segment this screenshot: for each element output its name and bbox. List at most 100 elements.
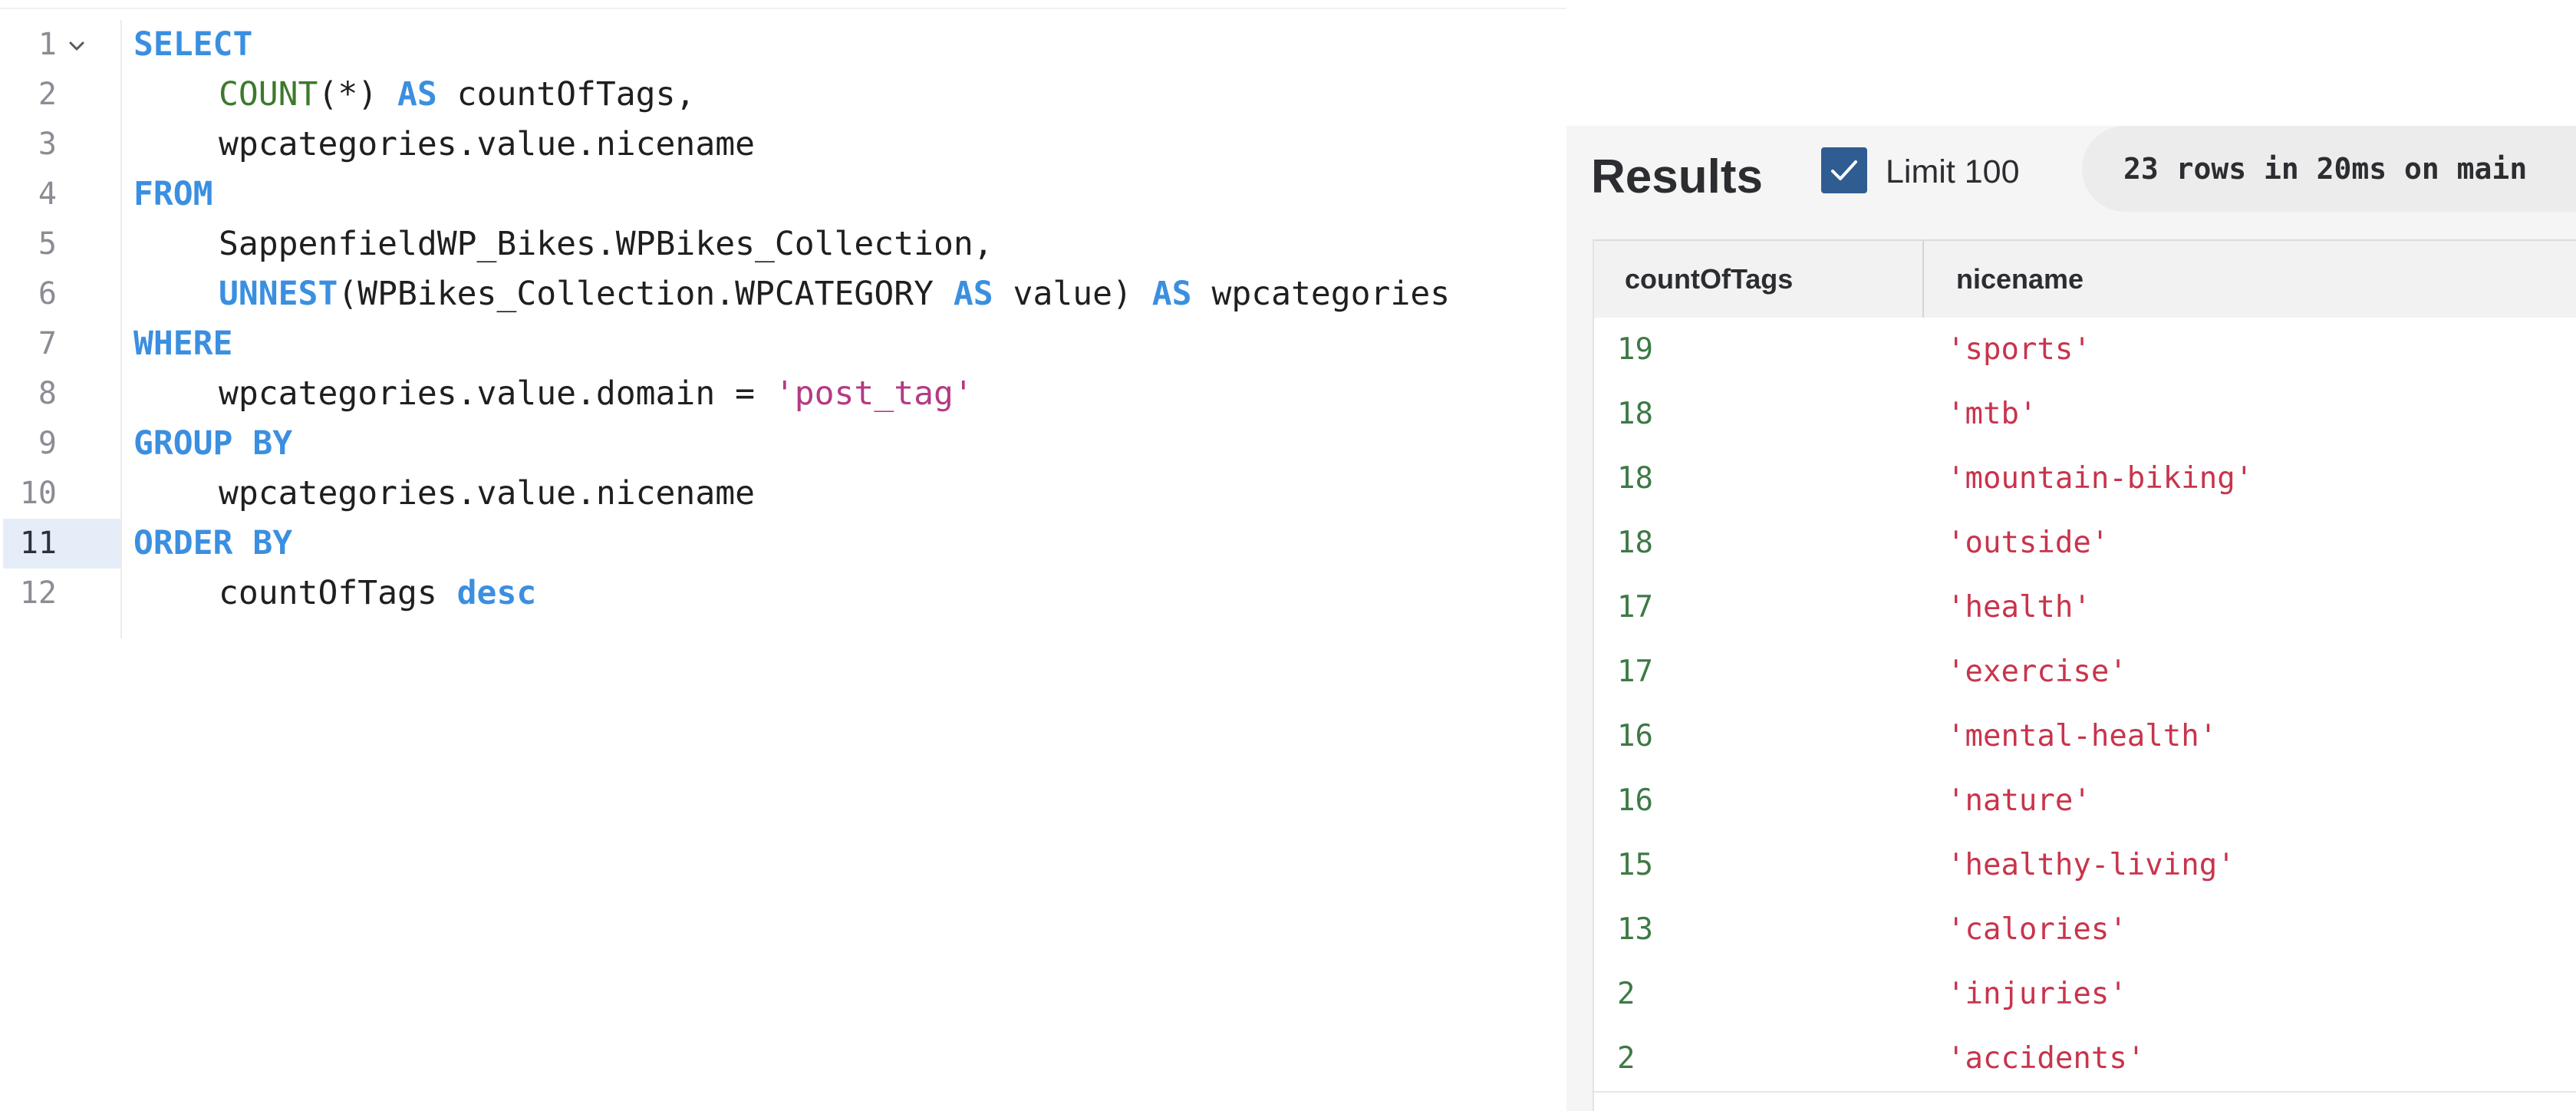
- cell-countoftags: 16: [1617, 719, 1653, 753]
- table-row[interactable]: 16 'mental-health': [1594, 704, 2576, 770]
- line-number: 4: [3, 170, 120, 219]
- table-row[interactable]: 15 'healthy-living': [1594, 833, 2576, 899]
- code-text: WHERE: [133, 319, 232, 369]
- cell-nicename: 'injuries': [1947, 977, 2127, 1011]
- line-number-text: 9: [38, 426, 57, 461]
- sql-workspace: 1 SELECT 2 COUNT(*) AS countOfTags, 3 wpcateg…: [0, 0, 2576, 1111]
- cell-nicename: 'exercise': [1947, 654, 2127, 689]
- table-row[interactable]: 17 'exercise': [1594, 640, 2576, 706]
- cell-nicename: 'healthy-living': [1947, 848, 2235, 882]
- code-text: SELECT: [133, 20, 252, 70]
- sql-token: (*): [318, 75, 398, 114]
- line-number: 2: [3, 70, 120, 120]
- cell-countoftags: 17: [1617, 590, 1653, 625]
- cell-countoftags: 15: [1617, 848, 1653, 882]
- cell-nicename: 'mtb': [1947, 397, 2037, 431]
- sql-token: SappenfieldWP_Bikes.WPBikes_Collection,: [219, 225, 993, 263]
- code-line[interactable]: 3 wpcategories.value.nicename: [0, 120, 1566, 170]
- code-line[interactable]: 12 countOfTags desc: [0, 569, 1566, 618]
- line-number: 12: [3, 569, 120, 618]
- table-row[interactable]: 13 'calories': [1594, 898, 2576, 964]
- code-line[interactable]: 11 ORDER BY: [0, 519, 1566, 569]
- cell-nicename: 'mountain-biking': [1947, 461, 2254, 496]
- code-text: ORDER BY: [133, 519, 292, 569]
- cell-nicename: 'outside': [1947, 526, 2110, 560]
- table-row[interactable]: 16 'nature': [1594, 769, 2576, 835]
- table-row[interactable]: 2 'injuries': [1594, 962, 2576, 1028]
- sql-keyword: ORDER BY: [133, 524, 293, 562]
- line-number: 8: [3, 369, 120, 419]
- code-line[interactable]: 8 wpcategories.value.domain = 'post_tag': [0, 369, 1566, 419]
- cell-nicename: 'health': [1947, 590, 2091, 625]
- code-line[interactable]: 2 COUNT(*) AS countOfTags,: [0, 70, 1566, 120]
- cell-nicename: 'calories': [1947, 912, 2127, 947]
- table-row[interactable]: 17 'health': [1594, 575, 2576, 641]
- code-text: FROM: [133, 170, 213, 219]
- code-text: GROUP BY: [133, 419, 292, 469]
- editor-top-border: [0, 0, 1566, 9]
- sql-token: wpcategories.value.nicename: [219, 125, 755, 163]
- chevron-down-icon[interactable]: [66, 35, 87, 57]
- line-number-text: 5: [38, 226, 57, 262]
- table-row[interactable]: 18 'mtb': [1594, 382, 2576, 448]
- code-line[interactable]: 1 SELECT: [0, 20, 1566, 70]
- cell-countoftags: 2: [1617, 977, 1636, 1011]
- cell-countoftags: 2: [1617, 1041, 1636, 1076]
- line-number-text: 11: [19, 526, 57, 561]
- sql-token: countOfTags: [219, 574, 457, 612]
- code-line[interactable]: 7 WHERE: [0, 319, 1566, 369]
- results-title: Results: [1591, 150, 1763, 203]
- cell-countoftags: 19: [1617, 332, 1653, 367]
- table-row[interactable]: 19 'sports': [1594, 318, 2576, 384]
- line-number-text: 2: [38, 77, 57, 112]
- results-table: countOfTags nicename 19'sports' 18'mtb' 18…: [1593, 239, 2576, 1111]
- sql-editor[interactable]: 1 SELECT 2 COUNT(*) AS countOfTags, 3 wpcateg…: [0, 0, 1566, 1111]
- cell-nicename: 'sports': [1947, 332, 2091, 367]
- sql-keyword: desc: [456, 574, 537, 612]
- results-panel: Results Limit 100 23 rows in 20ms on mai…: [1566, 126, 2576, 1111]
- limit-label[interactable]: Limit 100: [1886, 149, 2019, 195]
- line-number-text: 12: [19, 575, 57, 611]
- code-line[interactable]: 10 wpcategories.value.nicename: [0, 469, 1566, 519]
- column-header-countoftags[interactable]: countOfTags: [1594, 241, 1924, 318]
- cell-countoftags: 18: [1617, 461, 1653, 496]
- line-number: 3: [3, 120, 120, 170]
- table-row[interactable]: 18 'mountain-biking': [1594, 447, 2576, 513]
- code-text: SappenfieldWP_Bikes.WPBikes_Collection,: [219, 219, 993, 269]
- sql-token: wpcategories: [1191, 275, 1451, 313]
- line-number: 6: [3, 269, 120, 319]
- cell-nicename: 'mental-health': [1947, 719, 2218, 753]
- code-line[interactable]: 6 UNNEST(WPBikes_Collection.WPCATEGORY AS…: [0, 269, 1566, 319]
- sql-keyword: AS: [953, 275, 993, 313]
- line-number-text: 7: [38, 326, 57, 361]
- cell-nicename: 'nature': [1947, 783, 2091, 818]
- code-text: wpcategories.value.domain = 'post_tag': [219, 369, 973, 419]
- line-number: 5: [3, 219, 120, 269]
- code-line[interactable]: 9 GROUP BY: [0, 419, 1566, 469]
- query-stats-text: 23 rows in 20ms on main: [2123, 152, 2528, 186]
- line-number-text: 6: [38, 276, 57, 312]
- sql-keyword: AS: [397, 75, 437, 114]
- line-number: 11: [3, 519, 120, 569]
- code-text: COUNT(*) AS countOfTags,: [219, 70, 695, 120]
- line-number-text: 8: [38, 376, 57, 411]
- table-row[interactable]: 2 'accidents': [1594, 1027, 2576, 1093]
- sql-keyword: GROUP BY: [133, 424, 293, 463]
- cell-countoftags: 17: [1617, 654, 1653, 689]
- limit-checkbox[interactable]: [1821, 147, 1867, 193]
- code-line[interactable]: 5 SappenfieldWP_Bikes.WPBikes_Collection,: [0, 219, 1566, 269]
- sql-token: value): [993, 275, 1152, 313]
- line-number-text: 4: [38, 176, 57, 212]
- sql-keyword: UNNEST: [219, 275, 338, 313]
- code-line[interactable]: 4 FROM: [0, 170, 1566, 219]
- cell-countoftags: 16: [1617, 783, 1653, 818]
- table-row[interactable]: 18 'outside': [1594, 511, 2576, 577]
- query-stats-badge: 23 rows in 20ms on main: [2082, 126, 2576, 212]
- sql-keyword: SELECT: [133, 25, 253, 64]
- column-header-nicename[interactable]: nicename: [1925, 241, 2576, 318]
- line-number: 1: [3, 20, 120, 70]
- sql-string: 'post_tag': [774, 374, 973, 413]
- sql-keyword: AS: [1151, 275, 1192, 313]
- code-text: countOfTags desc: [219, 569, 536, 618]
- line-number-text: 10: [19, 476, 57, 511]
